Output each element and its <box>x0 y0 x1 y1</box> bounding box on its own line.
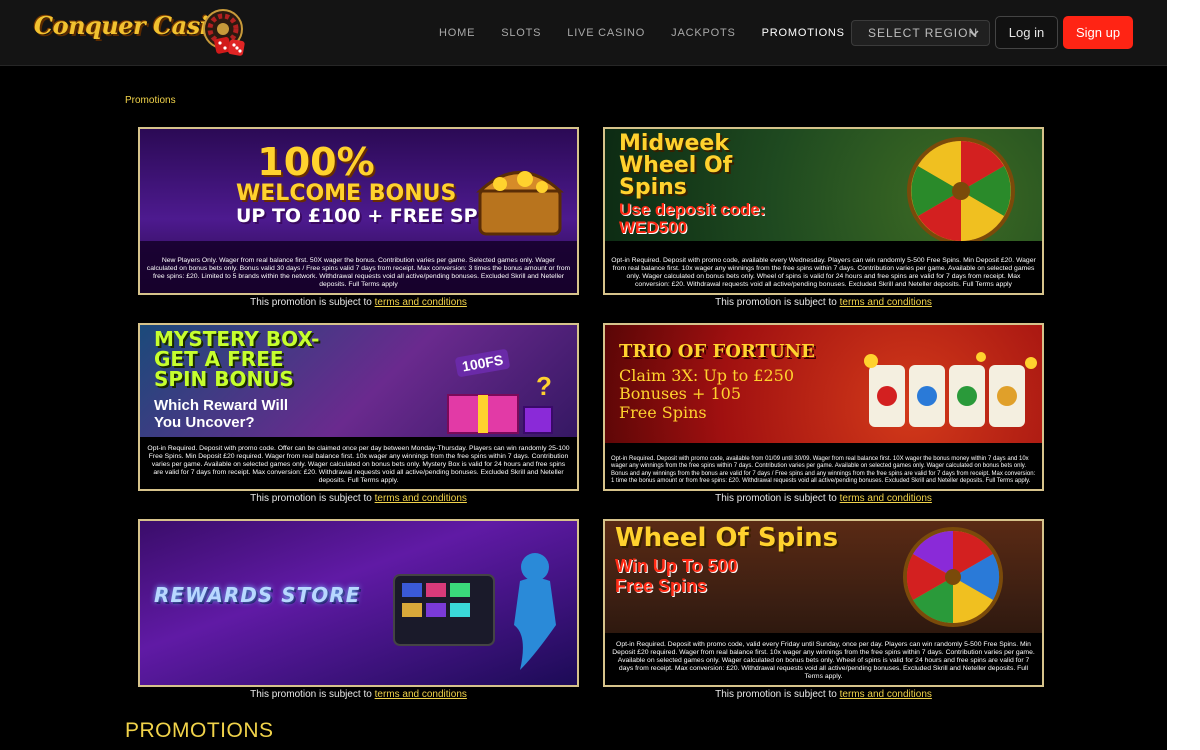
promo-subject-note: This promotion is subject to terms and c… <box>250 297 467 308</box>
promo-banner[interactable]: TRIO OF FORTUNE Claim 3X: Up to £250 Bon… <box>603 323 1044 491</box>
terms-link[interactable]: terms and conditions <box>840 689 932 700</box>
promo-subject-note: This promotion is subject to terms and c… <box>250 493 467 504</box>
banner-title-line: SPIN BONUS <box>154 367 294 391</box>
site-header: Conquer Casino HOME SLOTS LIVE CASINO JA… <box>0 0 1167 66</box>
terms-link[interactable]: terms and conditions <box>375 689 467 700</box>
banner-subtitle-line: You Uncover? <box>154 413 255 431</box>
treasure-chest-icon <box>476 171 564 236</box>
svg-text:?: ? <box>536 371 552 401</box>
promo-banner[interactable]: REWARDS STORE <box>138 519 579 687</box>
promo-terms: Opt-in Required. Deposit with promo code… <box>611 456 1036 484</box>
banner-subtitle-line: Free Spins <box>615 575 708 596</box>
gift-box-icon: ? <box>447 371 553 434</box>
promo-code-label: Use deposit code: <box>619 200 766 219</box>
banner-title-line: REWARDS STORE <box>154 583 361 607</box>
tablet-icon <box>393 574 495 646</box>
promo-card-rewards-store: REWARDS STORE This promotion is subject … <box>138 519 579 700</box>
banner-title-line: Wheel Of Spins <box>615 523 839 553</box>
terms-link[interactable]: terms and conditions <box>375 493 467 504</box>
terms-link[interactable]: terms and conditions <box>840 297 932 308</box>
banner-subtitle-line: Bonuses + 105 <box>619 384 742 404</box>
promo-banner[interactable]: Wheel Of Spins Win Up To 500 Free Spins … <box>603 519 1044 687</box>
nav-slots[interactable]: SLOTS <box>501 27 541 39</box>
region-select-label: SELECT REGION <box>868 26 979 40</box>
prize-wheel-icon <box>907 137 1015 245</box>
promo-subject-note: This promotion is subject to terms and c… <box>715 689 932 700</box>
terms-link[interactable]: terms and conditions <box>375 297 467 308</box>
promo-terms: Opt-in Required. Deposit with promo code… <box>611 257 1036 288</box>
promo-banner[interactable]: MYSTERY BOX- GET A FREE SPIN BONUS Which… <box>138 323 579 491</box>
promo-card-midweek-wheel: Midweek Wheel Of Spins Use deposit code:… <box>603 127 1044 308</box>
login-button[interactable]: Log in <box>995 16 1058 49</box>
nav-home[interactable]: HOME <box>439 27 475 39</box>
promo-terms: Opt-in Required. Deposit with promo code… <box>612 641 1035 680</box>
main-nav: HOME SLOTS LIVE CASINO JACKPOTS PROMOTIO… <box>439 27 871 39</box>
nav-live-casino[interactable]: LIVE CASINO <box>567 27 645 39</box>
promo-card-wheel-of-spins: Wheel Of Spins Win Up To 500 Free Spins … <box>603 519 1044 700</box>
dice-icon <box>214 37 245 56</box>
nav-promotions[interactable]: PROMOTIONS <box>762 27 845 39</box>
signup-button[interactable]: Sign up <box>1063 16 1133 49</box>
banner-subtitle-line: Claim 3X: Up to £250 <box>619 366 794 385</box>
nav-jackpots[interactable]: JACKPOTS <box>671 27 735 39</box>
page-scroll-gutter <box>1167 0 1200 750</box>
banner-title-line: 100% <box>257 140 375 184</box>
promotions-heading: PROMOTIONS <box>125 719 274 742</box>
promo-banner[interactable]: 100% WELCOME BONUS UP TO £100 + FREE SPI… <box>138 127 579 295</box>
promo-subject-note: This promotion is subject to terms and c… <box>715 493 932 504</box>
chevron-down-icon <box>969 30 979 37</box>
site-logo[interactable]: Conquer Casino <box>34 8 245 58</box>
banner-subtitle-line: Win Up To 500 <box>615 556 738 576</box>
banner-title-line: Spins <box>619 175 687 200</box>
promo-code: WED500 <box>619 218 688 237</box>
banner-title-line: GET A FREE <box>154 347 284 371</box>
banner-title-line: Wheel Of <box>619 153 733 178</box>
promo-card-trio-of-fortune: TRIO OF FORTUNE Claim 3X: Up to £250 Bon… <box>603 323 1044 504</box>
banner-subtitle-line: Free Spins <box>619 402 707 422</box>
region-select[interactable]: SELECT REGION <box>851 20 990 46</box>
banner-subtitle-line: Which Reward Will <box>154 397 289 414</box>
banner-title-line: Midweek <box>619 131 729 156</box>
promo-terms: New Players Only. Wager from real balanc… <box>146 257 571 288</box>
genie-icon <box>514 553 556 670</box>
banner-title-line: UP TO £100 + FREE SPINS <box>236 205 515 227</box>
promo-banner[interactable]: Midweek Wheel Of Spins Use deposit code:… <box>603 127 1044 295</box>
promo-terms: Opt-in Required. Deposit with promo code… <box>147 445 570 484</box>
slot-reels-icon <box>864 352 1037 427</box>
promo-card-welcome-bonus: 100% WELCOME BONUS UP TO £100 + FREE SPI… <box>138 127 579 308</box>
banner-title-line: TRIO OF FORTUNE <box>619 341 815 362</box>
banner-title-line: MYSTERY BOX- <box>154 327 320 351</box>
breadcrumb[interactable]: Promotions <box>125 95 176 106</box>
promo-card-mystery-box: MYSTERY BOX- GET A FREE SPIN BONUS Which… <box>138 323 579 504</box>
promo-subject-note: This promotion is subject to terms and c… <box>250 689 467 700</box>
terms-link[interactable]: terms and conditions <box>840 493 932 504</box>
banner-title-line: WELCOME BONUS <box>236 181 457 206</box>
prize-wheel-icon <box>903 527 1003 627</box>
promo-subject-note: This promotion is subject to terms and c… <box>715 297 932 308</box>
